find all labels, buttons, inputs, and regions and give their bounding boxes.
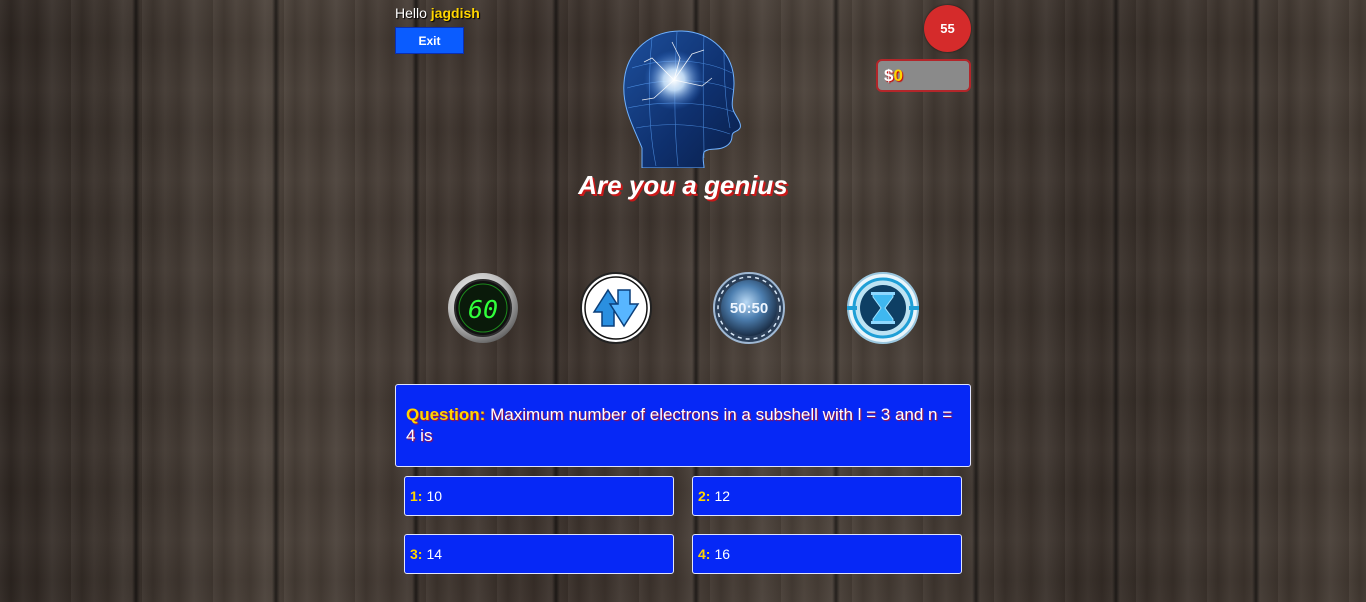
page-title: Are you a genius: [578, 170, 788, 200]
countdown-timer: 55: [924, 5, 971, 52]
greeting-text: Hello jagdish: [395, 5, 480, 21]
answer-option-3[interactable]: 3: 14: [404, 534, 674, 574]
answer-option-1[interactable]: 1: 10: [404, 476, 674, 516]
answer-number: 4:: [698, 546, 711, 562]
question-label: Question:: [406, 405, 486, 424]
answer-text: 10: [426, 488, 443, 504]
money-amount: 0: [893, 65, 903, 85]
fifty-fifty-label: 50:50: [730, 300, 768, 317]
lifeline-swap-question-icon[interactable]: [580, 272, 652, 344]
username: jagdish: [430, 5, 480, 21]
question-text: Maximum number of electrons in a subshel…: [406, 405, 953, 445]
lifeline-fifty-fifty-icon[interactable]: 50:50: [713, 272, 785, 344]
answer-text: 16: [714, 546, 731, 562]
question-box: Question: Maximum number of electrons in…: [395, 384, 971, 467]
timer-60-label: 60: [468, 295, 498, 324]
exit-button[interactable]: Exit: [395, 27, 464, 54]
lifeline-hourglass-icon[interactable]: [847, 272, 919, 344]
greeting-label: Hello: [395, 5, 427, 21]
answer-number: 1:: [410, 488, 423, 504]
answer-text: 14: [426, 546, 443, 562]
answer-number: 3:: [410, 546, 423, 562]
answer-number: 2:: [698, 488, 711, 504]
lifeline-timer-60-icon[interactable]: 60: [447, 272, 519, 344]
answer-text: 12: [714, 488, 731, 504]
money-display: $0: [876, 59, 971, 92]
answer-option-4[interactable]: 4: 16: [692, 534, 962, 574]
answer-option-2[interactable]: 2: 12: [692, 476, 962, 516]
brain-head-logo: [623, 30, 741, 168]
